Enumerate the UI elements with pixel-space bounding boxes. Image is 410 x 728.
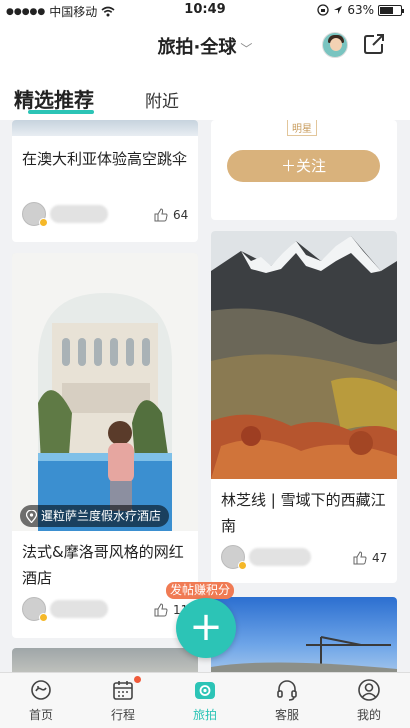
author-name[interactable] (249, 548, 311, 566)
tab-recommended[interactable]: 精选推荐 (14, 84, 94, 113)
card-image-mountain (211, 231, 397, 479)
vip-badge-icon (39, 613, 48, 622)
tab-profile[interactable]: 我的 (328, 673, 410, 728)
author-name[interactable] (50, 205, 108, 223)
battery-percent: 63% (347, 3, 374, 17)
author-avatar[interactable] (221, 545, 247, 570)
tab-itinerary[interactable]: 行程 (82, 673, 164, 728)
bottom-tab-bar: 首页 行程 旅拍 客服 我的 (0, 672, 410, 728)
rotation-lock-icon (317, 4, 329, 16)
celebrity-badge: 明星 (287, 120, 317, 136)
card-image (12, 120, 198, 136)
user-avatar[interactable] (322, 32, 348, 58)
tab-home[interactable]: 首页 (0, 673, 82, 728)
like-button[interactable]: 64 (154, 208, 188, 222)
like-count: 47 (372, 551, 388, 565)
notification-dot (134, 676, 141, 683)
card-title: 法式&摩洛哥风格的网红酒店 (22, 543, 184, 587)
create-post-button[interactable]: + (176, 598, 236, 658)
like-count: 64 (173, 208, 189, 222)
vip-badge-icon (238, 561, 247, 570)
card-image-crane (211, 597, 397, 677)
feed-card-hotel[interactable]: 暹粒萨兰度假水疗酒店 法式&摩洛哥风格的网红酒店 11 (12, 253, 198, 638)
card-image-hotel (12, 253, 198, 531)
tab-label: 首页 (28, 708, 53, 722)
profile-icon (358, 679, 380, 701)
thumb-up-icon (154, 208, 168, 222)
author-name[interactable] (50, 600, 108, 618)
page-title: 旅拍·全球 (157, 37, 237, 58)
header: 旅拍·全球 ﹀ (0, 20, 410, 70)
status-bar: ●●●●● 中国移动 10:49 63% (0, 0, 410, 20)
feed-tabs: 精选推荐 附近 (0, 70, 410, 120)
headset-icon (277, 680, 297, 701)
follow-label: 关注 (296, 157, 327, 175)
card-title: 在澳大利亚体验高空跳伞 (22, 150, 188, 168)
author-avatar[interactable] (22, 202, 48, 227)
thumb-up-icon (353, 551, 367, 565)
home-icon (31, 680, 51, 700)
share-icon[interactable] (362, 32, 386, 56)
post-reward-bubble: 发帖赚积分 (166, 582, 235, 599)
tab-travel-photo[interactable]: 旅拍 (164, 673, 246, 728)
thumb-up-icon (154, 603, 168, 617)
battery-icon (378, 4, 404, 16)
calendar-icon (113, 681, 133, 700)
camera-icon (195, 682, 215, 699)
feed-card-partial-right[interactable] (211, 597, 397, 677)
tab-label: 我的 (356, 708, 381, 722)
card-title: 林芝线 | 雪域下的西藏江南 (221, 491, 386, 535)
tab-label: 行程 (110, 708, 135, 722)
feed-card-celebrity[interactable]: 明星 ＋关注 (211, 120, 397, 220)
tab-indicator (28, 110, 94, 114)
location-arrow-icon (334, 6, 343, 14)
like-button[interactable]: 47 (353, 551, 387, 565)
feed-card-skydiving[interactable]: 在澳大利亚体验高空跳伞 64 (12, 120, 198, 242)
follow-button[interactable]: ＋关注 (227, 150, 380, 182)
plus-icon: ＋ (280, 157, 296, 175)
plus-icon: + (189, 604, 223, 650)
tab-label: 客服 (274, 708, 299, 722)
tab-customer-service[interactable]: 客服 (246, 673, 328, 728)
author-avatar[interactable] (22, 597, 48, 622)
tab-nearby[interactable]: 附近 (145, 87, 179, 112)
location-tag[interactable]: 暹粒萨兰度假水疗酒店 (20, 505, 170, 527)
location-pin-icon (26, 509, 37, 523)
destination-selector[interactable]: 旅拍·全球 ﹀ (0, 33, 410, 59)
chevron-down-icon: ﹀ (240, 42, 253, 56)
feed-card-nyingchi[interactable]: 林芝线 | 雪域下的西藏江南 47 (211, 231, 397, 583)
vip-badge-icon (39, 218, 48, 227)
location-name: 暹粒萨兰度假水疗酒店 (41, 509, 162, 523)
tab-label: 旅拍 (192, 708, 217, 722)
